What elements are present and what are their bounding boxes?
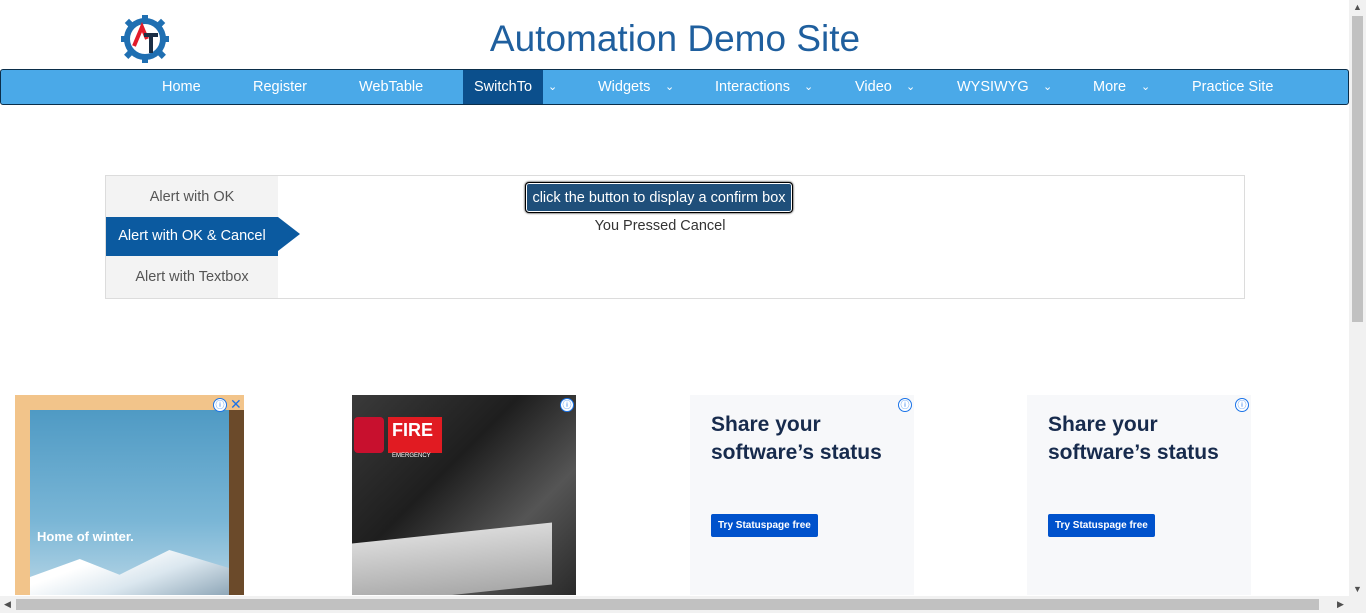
chevron-down-icon[interactable]: ⌄ bbox=[665, 70, 674, 104]
nav-home[interactable]: Home bbox=[162, 70, 201, 104]
nav-wysiwyg[interactable]: WYSIWYG bbox=[957, 70, 1029, 104]
chevron-down-icon[interactable]: ⌄ bbox=[1141, 70, 1150, 104]
chevron-down-icon[interactable]: ⌄ bbox=[906, 70, 915, 104]
tab-alert-ok-cancel[interactable]: Alert with OK & Cancel bbox=[106, 217, 278, 256]
ad-info-icon[interactable]: ⓘ bbox=[560, 398, 574, 412]
ad-headline: Share your software’s status bbox=[711, 413, 882, 464]
scroll-left-icon[interactable]: ◀ bbox=[4, 599, 11, 610]
ad-info-icon[interactable]: ⓘ bbox=[898, 398, 912, 412]
ad-stove-image bbox=[352, 522, 552, 595]
ad-fire-text: FIRE bbox=[392, 420, 434, 440]
scroll-up-icon[interactable]: ▲ bbox=[1353, 2, 1362, 12]
ad-fire-sub: EMERGENCY bbox=[392, 453, 431, 459]
tab-alert-ok[interactable]: Alert with OK bbox=[106, 177, 278, 217]
alerts-panel: Alert with OK Alert with OK & Cancel Ale… bbox=[105, 175, 1245, 299]
ad-winter-text: Home of winter. bbox=[37, 529, 134, 544]
ad-statuspage[interactable]: Share your software’s status Try Statusp… bbox=[1027, 395, 1251, 595]
ad-info-icon[interactable]: ⓘ bbox=[213, 398, 227, 412]
ad-cta-button[interactable]: Try Statuspage free bbox=[711, 514, 818, 537]
chevron-down-icon[interactable]: ⌄ bbox=[1043, 70, 1052, 104]
ad-statuspage[interactable]: Share your software’s status Try Statusp… bbox=[690, 395, 914, 595]
nav-register[interactable]: Register bbox=[253, 70, 307, 104]
scroll-right-icon[interactable]: ▶ bbox=[1337, 599, 1344, 610]
active-tab-arrow bbox=[278, 217, 300, 251]
fire-badge-icon bbox=[354, 417, 384, 453]
ad-fire-label: FIRE EMERGENCY bbox=[388, 417, 442, 459]
chevron-down-icon[interactable]: ⌄ bbox=[548, 70, 557, 104]
site-title: Automation Demo Site bbox=[489, 18, 861, 59]
nav-video[interactable]: Video bbox=[855, 70, 892, 104]
horizontal-scroll-thumb[interactable] bbox=[16, 599, 1319, 610]
ad-close-icon[interactable]: ✕ bbox=[230, 396, 242, 413]
confirm-box-button[interactable]: click the button to display a confirm bo… bbox=[525, 182, 793, 213]
scroll-down-icon[interactable]: ▼ bbox=[1353, 584, 1362, 594]
ad-winter[interactable]: Home of winter. ⓘ ✕ bbox=[15, 395, 244, 595]
ad-side-image bbox=[229, 410, 244, 595]
nav-interactions[interactable]: Interactions bbox=[715, 70, 790, 104]
ad-info-icon[interactable]: ⓘ bbox=[1235, 398, 1249, 412]
nav-webtable[interactable]: WebTable bbox=[359, 70, 423, 104]
nav-more[interactable]: More bbox=[1093, 70, 1126, 104]
nav-switchto[interactable]: SwitchTo bbox=[463, 70, 543, 104]
ad-cta-button[interactable]: Try Statuspage free bbox=[1048, 514, 1155, 537]
ad-fire-emergency[interactable]: FIRE EMERGENCY ⓘ bbox=[352, 395, 576, 595]
confirm-result-text: You Pressed Cancel bbox=[594, 218, 726, 234]
nav-practice-site[interactable]: Practice Site bbox=[1192, 70, 1273, 104]
horizontal-scrollbar[interactable]: ◀ ▶ bbox=[0, 596, 1366, 613]
vertical-scrollbar[interactable]: ▲ ▼ bbox=[1349, 0, 1366, 596]
nav-widgets[interactable]: Widgets bbox=[598, 70, 650, 104]
chevron-down-icon[interactable]: ⌄ bbox=[804, 70, 813, 104]
vertical-scroll-thumb[interactable] bbox=[1352, 16, 1363, 322]
main-navbar: Home Register WebTable SwitchTo ⌄ Widget… bbox=[0, 69, 1349, 105]
tab-alert-textbox[interactable]: Alert with Textbox bbox=[106, 257, 278, 297]
ad-headline: Share your software’s status bbox=[1048, 413, 1219, 464]
